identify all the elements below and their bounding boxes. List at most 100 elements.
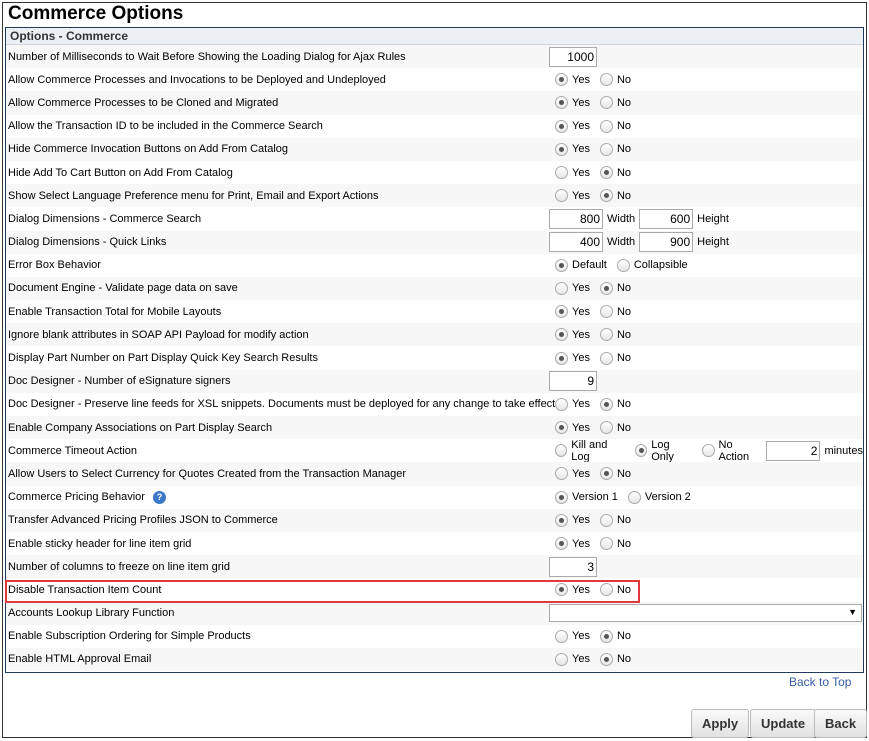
radio-option[interactable]: Yes (549, 537, 590, 551)
radio-option[interactable]: No (594, 421, 631, 435)
radio-button[interactable] (599, 281, 613, 295)
radio-option[interactable]: Collapsible (611, 258, 688, 272)
radio-button[interactable] (555, 421, 568, 435)
radio-button[interactable] (555, 166, 568, 180)
radio-option[interactable]: Yes (549, 629, 590, 643)
radio-option[interactable]: Yes (549, 166, 590, 180)
radio-button[interactable] (599, 421, 613, 435)
help-icon[interactable]: ? (153, 490, 166, 504)
radio-button[interactable] (599, 189, 613, 203)
radio-button[interactable] (555, 397, 568, 411)
radio-option[interactable]: Version 1 (549, 490, 618, 504)
radio-option[interactable]: No (594, 467, 631, 481)
radio-option[interactable]: Yes (549, 652, 590, 666)
radio-button[interactable] (555, 258, 568, 272)
text-input[interactable] (549, 46, 597, 67)
radio-option[interactable]: No (594, 189, 631, 203)
radio-button[interactable] (555, 629, 568, 643)
radio-button[interactable] (599, 351, 613, 365)
radio-option[interactable]: Yes (549, 328, 590, 342)
radio-button[interactable] (555, 583, 568, 597)
radio-option[interactable]: Yes (549, 305, 590, 319)
radio-option[interactable]: Yes (549, 351, 590, 365)
update-button[interactable]: Update (750, 709, 817, 738)
radio-button[interactable] (599, 583, 613, 597)
radio-button[interactable] (599, 629, 613, 643)
radio-button[interactable] (599, 467, 613, 481)
radio-button[interactable] (555, 351, 568, 365)
radio-option[interactable]: Yes (549, 142, 590, 156)
radio-button[interactable] (599, 513, 613, 527)
radio-button[interactable] (555, 537, 568, 551)
radio-option[interactable]: Yes (549, 583, 590, 597)
radio-option[interactable]: Yes (549, 397, 590, 411)
radio-option[interactable]: Version 2 (622, 490, 691, 504)
radio-option[interactable]: No (594, 629, 631, 643)
radio-button[interactable] (555, 513, 568, 527)
radio-option[interactable]: No (594, 397, 631, 411)
radio-option[interactable]: No (594, 305, 631, 319)
radio-button[interactable] (555, 142, 568, 156)
radio-option[interactable]: No (594, 73, 631, 87)
radio-option[interactable]: Yes (549, 421, 590, 435)
radio-button[interactable] (555, 119, 568, 133)
radio-button[interactable] (702, 444, 715, 458)
radio-button[interactable] (555, 490, 568, 504)
radio-option[interactable]: No (594, 513, 631, 527)
radio-option[interactable]: No (594, 281, 631, 295)
radio-button[interactable] (555, 328, 568, 342)
radio-button[interactable] (635, 444, 648, 458)
radio-button[interactable] (599, 537, 613, 551)
text-input[interactable] (549, 371, 597, 392)
radio-button[interactable] (599, 142, 613, 156)
radio-button[interactable] (599, 119, 613, 133)
height-input[interactable] (639, 208, 694, 229)
radio-option[interactable]: Yes (549, 73, 590, 87)
radio-option[interactable]: No (594, 652, 631, 666)
radio-option[interactable]: No (594, 119, 631, 133)
radio-button[interactable] (599, 397, 613, 411)
radio-button[interactable] (555, 96, 568, 110)
radio-button[interactable] (555, 281, 568, 295)
radio-button[interactable] (555, 444, 568, 458)
radio-button[interactable] (599, 305, 613, 319)
height-input[interactable] (639, 232, 694, 253)
radio-option[interactable]: Yes (549, 281, 590, 295)
radio-button[interactable] (599, 652, 613, 666)
back-button[interactable]: Back (814, 709, 868, 738)
radio-button[interactable] (599, 96, 613, 110)
width-input[interactable] (549, 232, 603, 253)
radio-option[interactable]: No (594, 583, 631, 597)
width-input[interactable] (549, 208, 603, 229)
radio-button[interactable] (599, 166, 613, 180)
radio-option[interactable]: No Action (696, 439, 762, 463)
radio-option[interactable]: Log Only (629, 439, 692, 463)
radio-option[interactable]: No (594, 328, 631, 342)
radio-button[interactable] (555, 467, 568, 481)
radio-button[interactable] (599, 328, 613, 342)
radio-button[interactable] (555, 189, 568, 203)
radio-button[interactable] (599, 73, 613, 87)
radio-option[interactable]: No (594, 166, 631, 180)
radio-button[interactable] (555, 73, 568, 87)
radio-option[interactable]: No (594, 351, 631, 365)
radio-button[interactable] (616, 258, 630, 272)
function-select[interactable] (549, 604, 862, 623)
apply-button[interactable]: Apply (691, 709, 750, 738)
radio-option[interactable]: No (594, 142, 631, 156)
radio-button[interactable] (627, 490, 641, 504)
radio-option[interactable]: Default (549, 258, 607, 272)
radio-option[interactable]: Yes (549, 96, 590, 110)
timeout-input[interactable] (766, 440, 821, 461)
radio-option[interactable]: No (594, 537, 631, 551)
back-to-top-link[interactable]: Back to Top (789, 675, 851, 689)
text-input[interactable] (549, 556, 597, 577)
radio-option[interactable]: Yes (549, 189, 590, 203)
radio-option[interactable]: No (594, 96, 631, 110)
radio-option[interactable]: Yes (549, 513, 590, 527)
radio-button[interactable] (555, 305, 568, 319)
radio-option[interactable]: Kill and Log (549, 439, 625, 463)
radio-button[interactable] (555, 652, 568, 666)
radio-option[interactable]: Yes (549, 119, 590, 133)
radio-option[interactable]: Yes (549, 467, 590, 481)
